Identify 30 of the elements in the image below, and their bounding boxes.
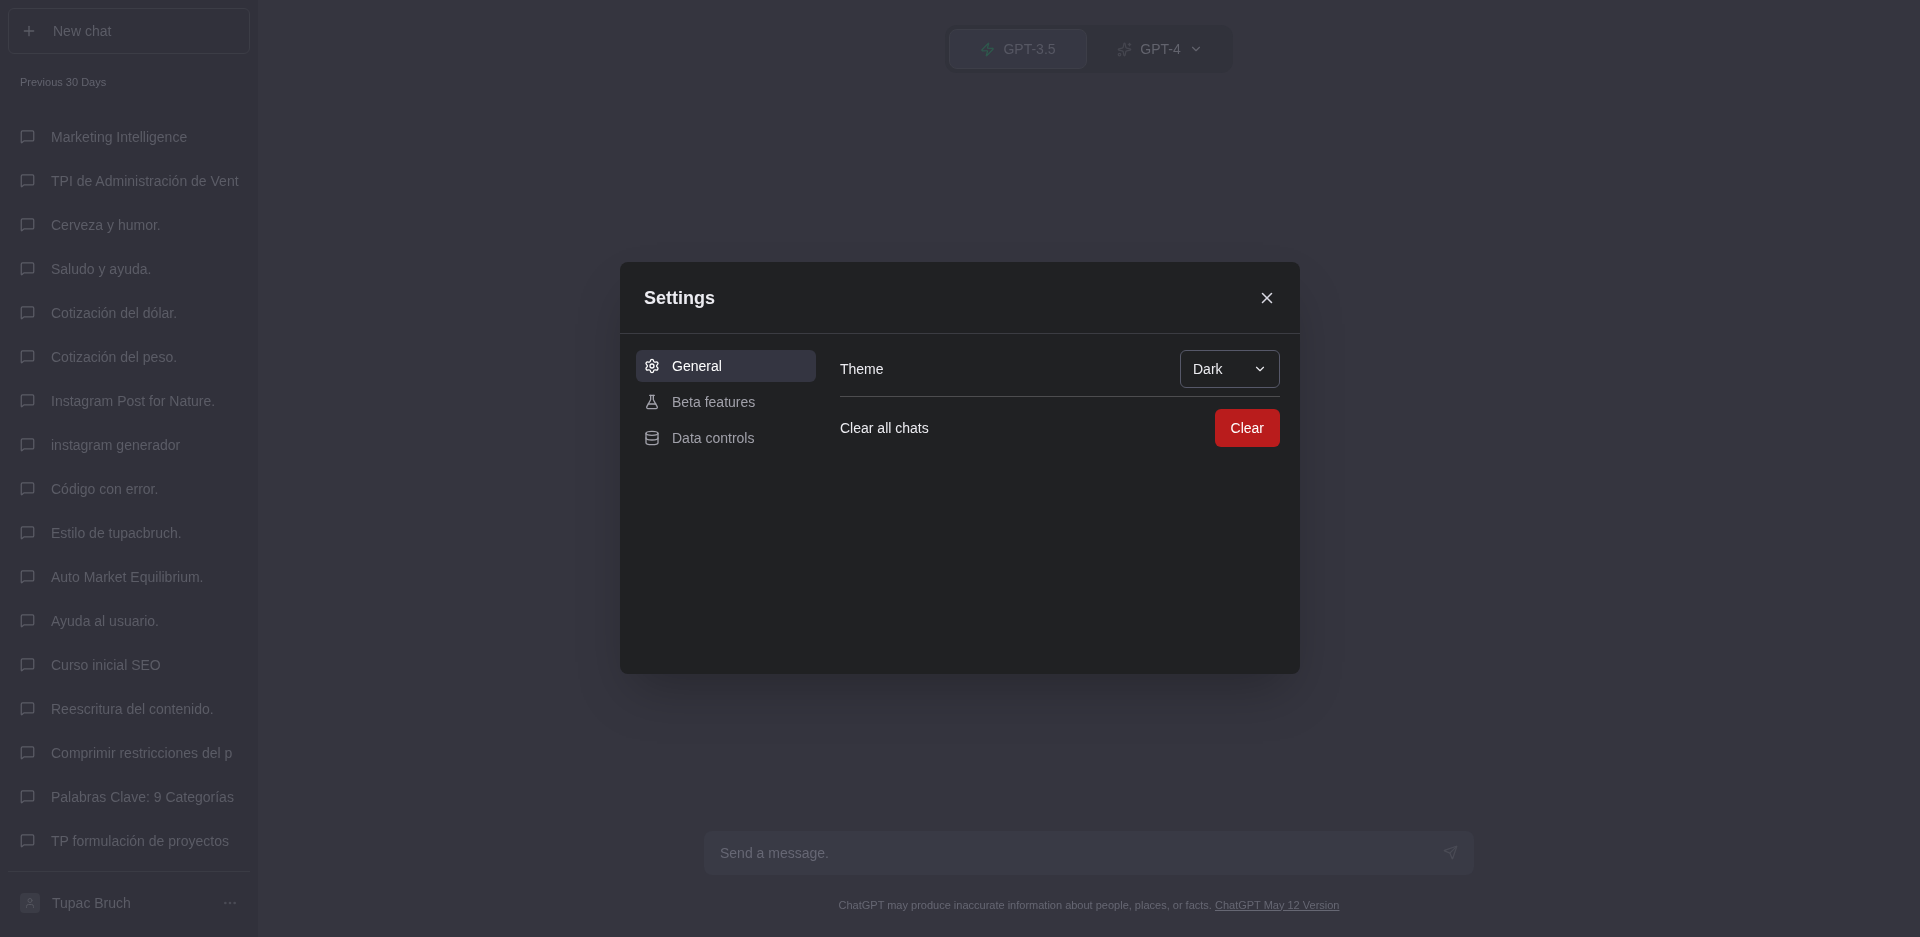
chat-icon (20, 701, 35, 716)
chat-icon (20, 305, 35, 320)
chat-icon (20, 525, 35, 540)
clear-chats-label: Clear all chats (840, 419, 929, 438)
chat-icon (20, 833, 35, 848)
chat-icon (20, 217, 35, 232)
chat-icon (20, 569, 35, 584)
chat-icon (20, 349, 35, 364)
chat-icon (20, 261, 35, 276)
chat-icon (20, 393, 35, 408)
flask-icon (644, 394, 660, 410)
chat-icon (20, 657, 35, 672)
chat-icon (20, 745, 35, 760)
settings-tab[interactable]: Beta features (636, 386, 816, 418)
clear-button[interactable]: Clear (1214, 409, 1280, 447)
chat-icon (20, 173, 35, 188)
chat-icon (20, 481, 35, 496)
chat-icon (20, 129, 35, 144)
chat-icon (20, 437, 35, 452)
theme-select[interactable]: Dark (1180, 350, 1280, 388)
gear-icon (644, 358, 660, 374)
settings-tab[interactable]: General (636, 350, 816, 382)
chat-icon (20, 789, 35, 804)
chat-icon (20, 613, 35, 628)
plus-icon (21, 23, 37, 39)
database-icon (644, 430, 660, 446)
dialog-title: Settings (644, 286, 715, 310)
lightning-icon (980, 41, 996, 57)
theme-label: Theme (840, 360, 884, 379)
settings-tab[interactable]: Data controls (636, 422, 816, 454)
